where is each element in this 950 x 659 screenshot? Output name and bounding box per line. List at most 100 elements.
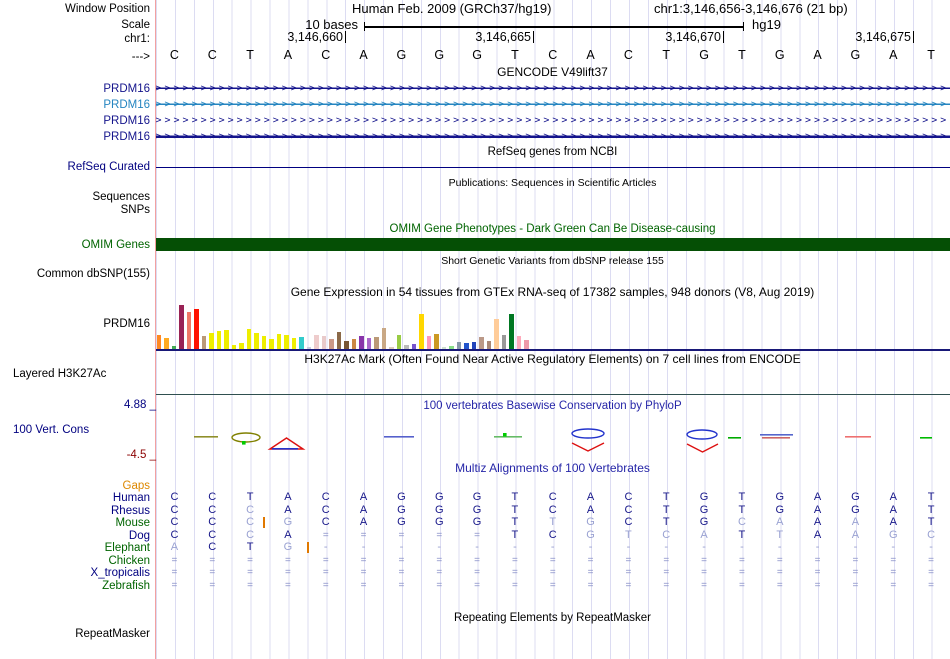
repeatmasker-track-title: Repeating Elements by RepeatMasker [454,612,651,624]
gtex-tissue-bar[interactable] [164,337,169,349]
omim-gene-bar[interactable] [155,238,950,251]
gene-label-prdm16[interactable]: PRDM16 [0,99,150,111]
species-label-dog[interactable]: Dog [0,530,150,542]
gene-label-prdm16[interactable]: PRDM16 [0,131,150,143]
gene-transcript-row[interactable]: >>>>>>>>>>>>>>>>>>>>>>>>>>>>>>>>>>>>>>>>… [155,130,950,143]
gtex-tissue-bar[interactable] [479,336,484,349]
alignment-base: T [511,528,519,541]
gtex-tissue-bar[interactable] [269,338,274,349]
alignment-base: = [474,529,480,541]
gtex-tissue-bar[interactable] [381,327,386,349]
gtex-tissue-bar[interactable] [209,332,214,349]
gtex-tissue-bar[interactable] [456,341,461,349]
alignment-base: - [853,541,858,554]
gtex-tissue-bar[interactable] [216,330,221,349]
alignment-base: C [624,491,633,504]
coordinate-tick: 3,146,670 [631,31,724,44]
alignment-base: T [511,491,519,504]
gtex-tissue-bar[interactable] [336,331,341,349]
gtex-tissue-bar[interactable] [509,313,514,349]
gtex-tissue-bar[interactable] [516,335,521,349]
alignment-base: A [813,528,822,541]
gtex-tissue-bar[interactable] [374,336,379,349]
gtex-tissue-bar[interactable] [246,328,251,349]
gtex-tissue-bar[interactable] [291,337,296,349]
alignment-base: T [738,491,746,504]
sequences-label[interactable]: Sequences [0,191,150,203]
omim-genes-label[interactable]: OMIM Genes [0,239,150,251]
gene-label-prdm16[interactable]: PRDM16 [0,115,150,127]
gtex-tissue-bar[interactable] [359,335,364,349]
genome-browser-image: Window Position Human Feb. 2009 (GRCh37/… [0,0,950,659]
gtex-tissue-bar[interactable] [261,335,266,349]
species-label-x_tropicalis[interactable]: X_tropicalis [0,567,150,579]
alignment-base: = [322,554,329,566]
gtex-tissue-bar[interactable] [396,334,401,349]
h3k27ac-label[interactable]: Layered H3K27Ac [13,368,106,380]
gtex-tissue-bar[interactable] [156,334,161,349]
gtex-tissue-bar[interactable] [186,311,191,349]
gtex-tissue-bar[interactable] [284,334,289,349]
strand-arrow-label[interactable]: ---> [0,51,150,63]
gene-transcript-row[interactable]: >>>>>>>>>>>>>>>>>>>>>>>>>>>>>>>>>>>>>>>>… [156,114,950,127]
sequence-base: T [246,48,254,62]
refseq-curated-label[interactable]: RefSeq Curated [0,161,150,173]
species-label-elephant[interactable]: Elephant [0,542,150,554]
alignment-base: - [702,541,706,554]
species-label-rhesus[interactable]: Rhesus [0,505,150,517]
snps-label[interactable]: SNPs [0,204,150,216]
gtex-tissue-bar[interactable] [194,308,199,349]
gtex-tissue-bar[interactable] [524,339,529,349]
gtex-tissue-bar[interactable] [299,336,304,349]
gtex-tissue-bar[interactable] [471,341,476,349]
gtex-gene-label[interactable]: PRDM16 [0,318,150,330]
alignment-base: - [475,541,479,554]
alignment-base: T [511,503,519,516]
alignment-base: G [283,541,293,554]
species-label-mouse[interactable]: Mouse [0,517,150,529]
gtex-tissue-bar[interactable] [426,335,431,349]
gtex-tissue-bar[interactable] [494,318,499,349]
alignment-base: C [246,503,255,516]
alignment-base: = [663,554,670,566]
alignment-base: A [813,503,822,516]
alignment-base: = [511,567,518,579]
gtex-tissue-bar[interactable] [321,335,326,349]
gtex-bar-chart[interactable] [156,303,950,349]
alignment-base: T [662,503,670,516]
species-label-chicken[interactable]: Chicken [0,555,150,567]
alignment-base: A [359,516,368,529]
alignment-base: G [397,491,406,504]
repeatmasker-label[interactable]: RepeatMasker [0,628,150,640]
gtex-tissue-bar[interactable] [224,329,229,349]
species-label-zebrafish[interactable]: Zebrafish [0,580,150,592]
refseq-gene-line[interactable] [155,166,950,168]
gtex-tissue-bar[interactable] [366,337,371,349]
gtex-tissue-bar[interactable] [329,338,334,349]
gtex-tissue-bar[interactable] [276,333,281,349]
alignment-base: A [586,503,595,516]
gtex-tissue-bar[interactable] [201,335,206,349]
phylop-label[interactable]: 100 Vert. Cons [13,424,89,436]
gene-transcript-row[interactable]: >>>>>>>>>>>>>>>>>>>>>>>>>>>>>>>>>>>>>>>>… [155,98,950,111]
gene-transcript-row[interactable]: >>>>>>>>>>>>>>>>>>>>>>>>>>>>>>>>>>>>>>>>… [155,82,950,95]
gtex-tissue-bar[interactable] [501,334,506,349]
gtex-tissue-bar[interactable] [351,338,356,349]
h3k27ac-baseline[interactable] [155,393,950,395]
alignment-base: - [361,541,366,554]
gene-label-prdm16[interactable]: PRDM16 [0,83,150,95]
alignment-base: = [209,567,216,579]
alignment-base: = [928,554,934,566]
gtex-tissue-bar[interactable] [419,313,424,349]
dbsnp-label[interactable]: Common dbSNP(155) [0,268,150,280]
gtex-tissue-bar[interactable] [314,334,319,349]
species-label-gaps[interactable]: Gaps [0,480,151,492]
gtex-tissue-bar[interactable] [179,304,184,349]
gtex-tissue-bar[interactable] [344,340,349,349]
alignment-base: = [890,579,897,591]
gtex-tissue-bar[interactable] [434,333,439,349]
species-label-human[interactable]: Human [0,492,150,504]
alignment-base: G [397,503,406,516]
gtex-tissue-bar[interactable] [486,340,491,349]
gtex-tissue-bar[interactable] [254,332,259,349]
